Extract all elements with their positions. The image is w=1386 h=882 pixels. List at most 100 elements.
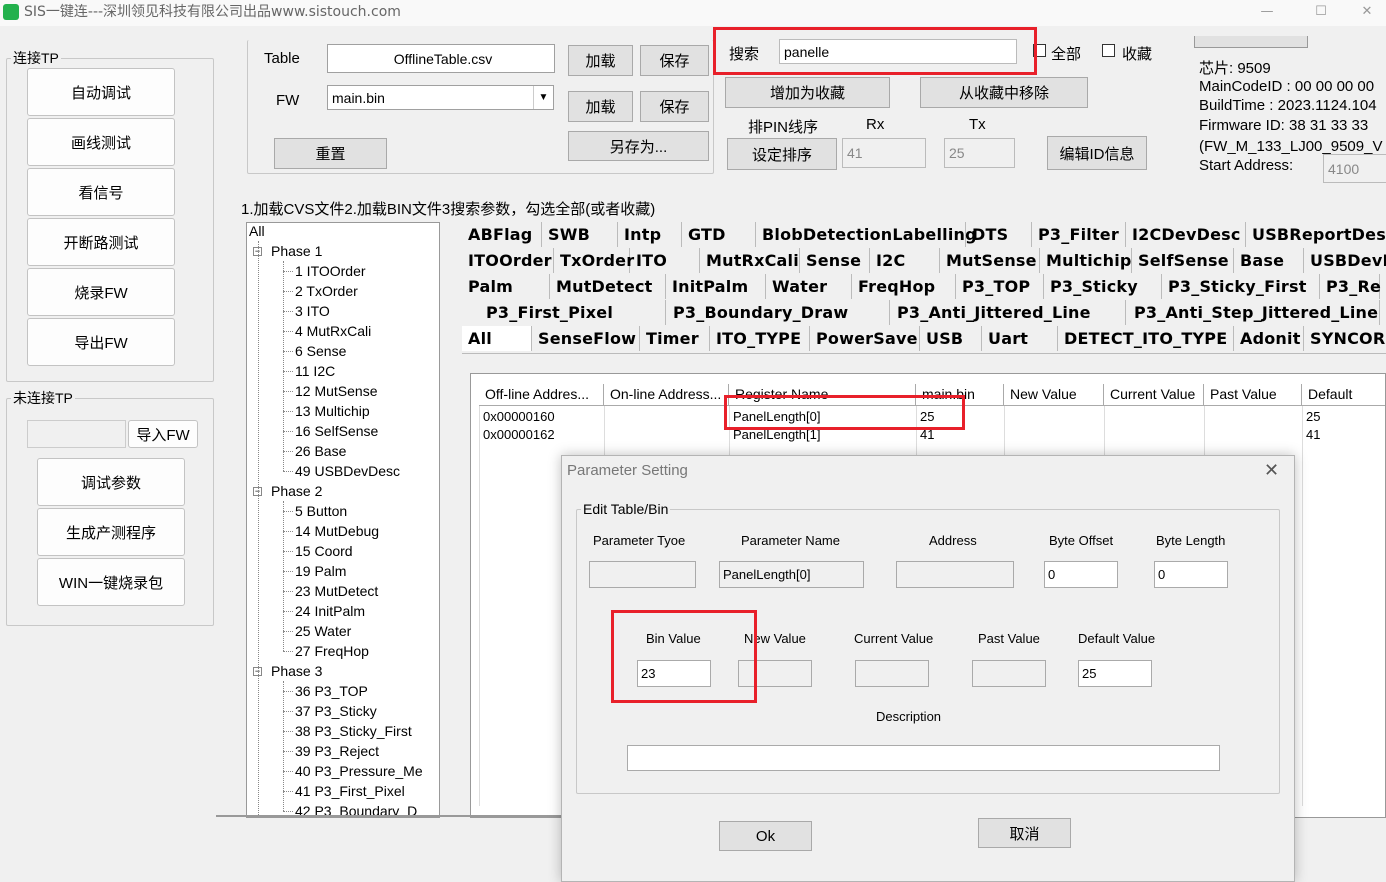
set-sort-button[interactable]: 设定排序	[727, 138, 837, 170]
tab-base[interactable]: Base	[1234, 248, 1304, 273]
chip-top-button[interactable]	[1194, 36, 1308, 48]
tab-all[interactable]: All	[462, 326, 532, 351]
tree-item[interactable]: 23 MutDetect	[295, 581, 378, 601]
tab-p3-filter[interactable]: P3_Filter	[1032, 222, 1126, 247]
tree-item[interactable]: 37 P3_Sticky	[295, 701, 377, 721]
value-field[interactable]: 25	[1078, 660, 1152, 687]
tab-initpalm[interactable]: InitPalm	[666, 274, 766, 299]
tx-input[interactable]: 25	[944, 138, 1015, 168]
tree-item[interactable]: 12 MutSense	[295, 381, 378, 401]
tab-gtd[interactable]: GTD	[682, 222, 756, 247]
draw-line-test-button[interactable]: 画线测试	[27, 118, 175, 166]
load-table-button[interactable]: 加载	[568, 45, 633, 76]
tab-adonit[interactable]: Adonit	[1234, 326, 1304, 351]
grid-header[interactable]: Default	[1302, 384, 1385, 406]
tree-item[interactable]: 11 I2C	[295, 361, 335, 381]
ok-button[interactable]: Ok	[719, 821, 812, 851]
tab-p3-sticky[interactable]: P3_Sticky	[1044, 274, 1162, 299]
tab-syncori[interactable]: SYNCORI	[1304, 326, 1386, 351]
add-favorite-button[interactable]: 增加为收藏	[725, 77, 890, 108]
param-field[interactable]	[896, 561, 1014, 588]
import-fw-button[interactable]: 导入FW	[128, 420, 198, 448]
tab-palm[interactable]: Palm	[462, 274, 550, 299]
tab-swb[interactable]: SWB	[542, 222, 618, 247]
parameter-tree[interactable]: All − Phase 1 1 ITOOrder 2 TxOrder 3 ITO…	[246, 222, 440, 818]
tab-usb[interactable]: USB	[920, 326, 982, 351]
tree-item[interactable]: 13 Multichip	[295, 401, 370, 421]
table-file-input[interactable]: OfflineTable.csv	[327, 44, 555, 73]
tab-txorder[interactable]: TxOrder	[554, 248, 634, 273]
debug-params-button[interactable]: 调试参数	[37, 458, 185, 506]
view-signal-button[interactable]: 看信号	[27, 168, 175, 216]
tab-p3-first-pixel[interactable]: P3_First_Pixel	[480, 300, 666, 325]
remove-favorite-button[interactable]: 从收藏中移除	[920, 77, 1088, 108]
param-field[interactable]: PanelLength[0]	[719, 561, 864, 588]
fw-path-input[interactable]	[27, 420, 126, 448]
grid-header[interactable]: On-line Address...	[604, 384, 729, 406]
edit-id-button[interactable]: 编辑ID信息	[1047, 136, 1147, 170]
tree-item[interactable]: 2 TxOrder	[295, 281, 358, 301]
tab-multichip[interactable]: Multichip	[1040, 248, 1132, 273]
grid-cell[interactable]: 41	[1306, 426, 1320, 444]
param-field[interactable]: 0	[1154, 561, 1228, 588]
tab-mutsense[interactable]: MutSense	[940, 248, 1040, 273]
tree-item[interactable]: 39 P3_Reject	[295, 741, 379, 761]
grid-header[interactable]: Current Value	[1104, 384, 1204, 406]
tree-item[interactable]: 19 Palm	[295, 561, 346, 581]
tree-item[interactable]: 15 Coord	[295, 541, 353, 561]
tab-ito-type[interactable]: ITO_TYPE	[710, 326, 810, 351]
param-field[interactable]: 0	[1044, 561, 1118, 588]
tab-senseflow[interactable]: SenseFlow	[532, 326, 640, 351]
grid-cell[interactable]: 0x00000162	[483, 426, 555, 444]
tab-mutdetect[interactable]: MutDetect	[550, 274, 666, 299]
tree-item[interactable]: 40 P3_Pressure_Me	[295, 761, 423, 781]
fw-select[interactable]: main.bin ▼	[327, 85, 554, 110]
tab-abflag[interactable]: ABFlag	[462, 222, 542, 247]
tab-p3-anti-step-jittered-line[interactable]: P3_Anti_Step_Jittered_Line	[1126, 300, 1380, 325]
tree-item[interactable]: 38 P3_Sticky_First	[295, 721, 412, 741]
close-window-button[interactable]: ✕	[1344, 0, 1386, 26]
value-field[interactable]	[972, 660, 1046, 687]
grid-header[interactable]: Off-line Addres...	[479, 384, 604, 406]
grid-header[interactable]: New Value	[1004, 384, 1104, 406]
grid-cell[interactable]: 25	[1306, 408, 1320, 426]
value-field[interactable]	[855, 660, 929, 687]
tab-selfsense[interactable]: SelfSense	[1132, 248, 1234, 273]
param-field[interactable]	[589, 561, 696, 588]
tab-water[interactable]: Water	[766, 274, 852, 299]
tab-p3-boundary-draw[interactable]: P3_Boundary_Draw	[666, 300, 890, 325]
description-input[interactable]	[627, 745, 1220, 771]
tab-powersave[interactable]: PowerSave	[810, 326, 920, 351]
start-address-input[interactable]: 4100	[1323, 154, 1386, 183]
tab-p3-anti-jittered-line[interactable]: P3_Anti_Jittered_Line	[890, 300, 1126, 325]
win-burn-package-button[interactable]: WIN一键烧录包	[37, 558, 185, 606]
tab-blobdetectionlabelling[interactable]: BlobDetectionLabelling	[756, 222, 977, 247]
tab-i2cdevdesc[interactable]: I2CDevDesc	[1126, 222, 1246, 247]
maximize-button[interactable]: ☐	[1298, 0, 1344, 26]
tree-item[interactable]: 26 Base	[295, 441, 346, 461]
save-as-button[interactable]: 另存为...	[568, 131, 709, 161]
tab-usbdevd[interactable]: USBDevD	[1304, 248, 1386, 273]
grid-header[interactable]: Past Value	[1204, 384, 1302, 406]
auto-debug-button[interactable]: 自动调试	[27, 68, 175, 116]
minimize-button[interactable]: —	[1244, 0, 1290, 26]
tab-i2c[interactable]: I2C	[870, 248, 940, 273]
tree-item[interactable]: 16 SelfSense	[295, 421, 378, 441]
open-short-test-button[interactable]: 开断路测试	[27, 218, 175, 266]
tree-item[interactable]: 6 Sense	[295, 341, 346, 361]
favorite-checkbox[interactable]	[1102, 44, 1115, 57]
tab-sense[interactable]: Sense	[800, 248, 870, 273]
save-table-button[interactable]: 保存	[640, 45, 709, 76]
tree-item[interactable]: 14 MutDebug	[295, 521, 379, 541]
tab-freqhop[interactable]: FreqHop	[852, 274, 956, 299]
load-fw-button[interactable]: 加载	[568, 91, 633, 122]
rx-input[interactable]: 41	[842, 138, 926, 168]
tree-phase[interactable]: Phase 3	[271, 661, 322, 681]
export-fw-button[interactable]: 导出FW	[27, 318, 175, 366]
tab-uart[interactable]: Uart	[982, 326, 1058, 351]
tab-p3-re[interactable]: P3_Re	[1320, 274, 1381, 299]
save-fw-button[interactable]: 保存	[640, 91, 709, 122]
grid-cell[interactable]: 0x00000160	[483, 408, 555, 426]
tree-item[interactable]: 5 Button	[295, 501, 347, 521]
tab-usbreportdes[interactable]: USBReportDes	[1246, 222, 1386, 247]
